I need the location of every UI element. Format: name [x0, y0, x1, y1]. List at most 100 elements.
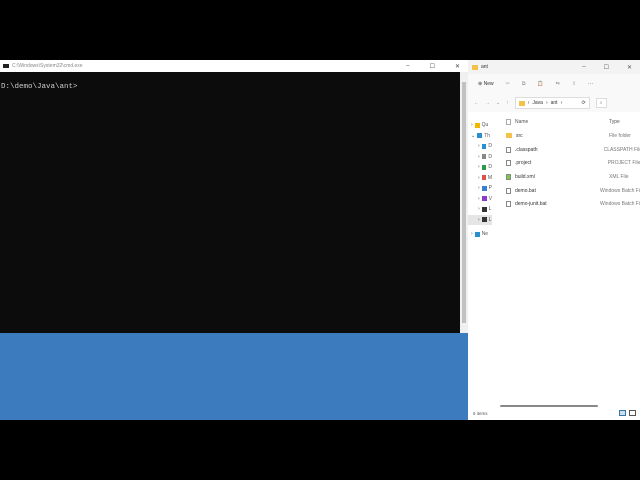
close-button[interactable]: ✕: [627, 64, 632, 71]
file-type: CLASSPATH File: [603, 146, 640, 153]
maximize-button[interactable]: ☐: [430, 63, 435, 70]
nav-item[interactable]: › V: [468, 194, 492, 205]
paste-icon[interactable]: 📋: [537, 81, 543, 87]
expand-chevron-icon[interactable]: ›: [471, 122, 473, 128]
nav-item[interactable]: › D: [468, 162, 492, 173]
cmd-titlebar[interactable]: C:\Windows\System32\cmd.exe – ☐ ✕: [0, 60, 468, 72]
nav-item-icon: [481, 175, 486, 181]
nav-item-icon: [474, 122, 480, 128]
expand-chevron-icon[interactable]: ›: [471, 231, 473, 237]
expand-chevron-icon[interactable]: ›: [478, 217, 480, 223]
nav-item[interactable]: › L: [468, 204, 492, 215]
rename-icon[interactable]: ⇆: [556, 81, 560, 87]
file-row[interactable]: demo.bat Windows Batch File: [502, 184, 640, 198]
file-name: build.xml: [515, 173, 535, 180]
nav-item-icon: [481, 185, 487, 191]
nav-item-icon: [481, 217, 487, 223]
explorer-titlebar[interactable]: ant – ☐ ✕: [468, 60, 640, 74]
expand-chevron-icon[interactable]: ›: [478, 185, 480, 191]
column-name[interactable]: Name: [515, 119, 528, 125]
file-name: demo.bat: [515, 187, 536, 194]
expand-chevron-icon[interactable]: ›: [478, 164, 480, 170]
more-icon[interactable]: ···: [588, 81, 593, 87]
nav-item[interactable]: › D: [468, 152, 492, 163]
file-explorer-window[interactable]: ant – ☐ ✕ ⊕ New ✂ ⧉ 📋 ⇆ ⇪ ··· ← → ⌄ ↑ › …: [468, 60, 640, 420]
expand-chevron-icon[interactable]: ›: [478, 143, 480, 149]
nav-item-icon: [474, 231, 480, 237]
file-type: File folder: [609, 132, 631, 139]
nav-item-icon: [481, 154, 487, 160]
folder-icon: [472, 64, 478, 70]
nav-item-icon: [481, 196, 487, 202]
expand-chevron-icon[interactable]: ›: [478, 206, 480, 212]
file-name: .project: [515, 160, 532, 167]
nav-item[interactable]: › P: [468, 183, 492, 194]
console-output[interactable]: D:\demo\Java\ant>: [0, 72, 460, 333]
folder-icon: [506, 133, 512, 139]
file-name: src: [516, 132, 523, 139]
expand-chevron-icon[interactable]: ›: [478, 175, 480, 181]
forward-icon[interactable]: →: [485, 100, 490, 106]
up-icon[interactable]: ↑: [506, 100, 509, 106]
tiles-view-button[interactable]: [629, 410, 636, 416]
expand-chevron-icon[interactable]: ›: [478, 154, 480, 160]
command-bar: ⊕ New ✂ ⧉ 📋 ⇆ ⇪ ···: [468, 74, 640, 94]
cmd-window[interactable]: C:\Windows\System32\cmd.exe – ☐ ✕ D:\dem…: [0, 60, 468, 333]
horizontal-scrollbar[interactable]: [500, 405, 598, 407]
search-icon[interactable]: ⌕: [595, 98, 607, 108]
details-view-button[interactable]: [619, 410, 626, 416]
nav-item[interactable]: › Qu: [468, 120, 492, 131]
select-all-checkbox[interactable]: [506, 119, 511, 125]
nav-item-icon: [477, 133, 483, 139]
file-row[interactable]: demo-junit.bat Windows Batch File: [502, 197, 640, 211]
cmd-title: C:\Windows\System32\cmd.exe: [12, 63, 83, 69]
prompt: D:\demo\Java\ant>: [1, 83, 78, 91]
bat-file-icon: [506, 187, 511, 194]
maximize-button[interactable]: ☐: [604, 64, 609, 71]
copy-icon[interactable]: ⧉: [522, 81, 526, 87]
file-type: XML File: [609, 173, 629, 180]
file-list: Name Type src File folder .classpath CLASSPA…: [502, 115, 640, 211]
file-name: .classpath: [515, 146, 538, 153]
file-row[interactable]: src File folder: [502, 129, 640, 143]
minimize-button[interactable]: –: [582, 64, 585, 71]
nav-item[interactable]: › Ne: [468, 229, 492, 240]
cut-icon[interactable]: ✂: [506, 81, 510, 87]
address-bar[interactable]: › Java › ant › ⟳: [514, 97, 590, 109]
share-icon[interactable]: ⇪: [572, 81, 576, 87]
nav-item[interactable]: › D: [468, 141, 492, 152]
folder-icon: [518, 100, 525, 106]
refresh-icon[interactable]: ⟳: [582, 100, 589, 106]
recent-icon[interactable]: ⌄: [496, 100, 500, 106]
column-type[interactable]: Type: [609, 119, 620, 125]
file-row[interactable]: build.xml XML File: [502, 170, 640, 184]
explorer-title: ant: [481, 64, 488, 70]
new-button[interactable]: ⊕ New: [478, 81, 494, 87]
cmd-icon: [3, 64, 9, 68]
file-type: PROJECT File: [607, 160, 640, 167]
close-button[interactable]: ✕: [455, 63, 460, 70]
nav-item-icon: [481, 164, 487, 170]
nav-item[interactable]: › M: [468, 173, 492, 184]
file-name: demo-junit.bat: [515, 201, 547, 208]
status-item-count: 6 items: [473, 411, 488, 416]
minimize-button[interactable]: –: [406, 63, 409, 70]
bat-file-icon: [506, 201, 511, 208]
breadcrumb-ant[interactable]: ant: [551, 100, 558, 106]
file-row[interactable]: .classpath CLASSPATH File: [502, 143, 640, 157]
nav-item[interactable]: › L: [468, 214, 492, 225]
nav-item-icon: [481, 206, 487, 212]
file-type: Windows Batch File: [599, 187, 640, 194]
breadcrumb-java[interactable]: Java: [532, 100, 543, 106]
navigation-pane: › Qu ⌄ Th › D › D › D › M › P › V › L › L › Ne: [468, 120, 492, 250]
scrollbar[interactable]: [460, 72, 468, 333]
nav-item[interactable]: ⌄ Th: [468, 131, 492, 142]
xml-file-icon: [506, 173, 511, 180]
expand-chevron-icon[interactable]: ⌄: [471, 133, 475, 139]
nav-item-icon: [481, 143, 487, 149]
file-file-icon: [506, 146, 511, 153]
back-icon[interactable]: ←: [474, 100, 479, 106]
desktop[interactable]: [0, 333, 468, 420]
expand-chevron-icon[interactable]: ›: [478, 196, 480, 202]
file-row[interactable]: .project PROJECT File: [502, 156, 640, 170]
